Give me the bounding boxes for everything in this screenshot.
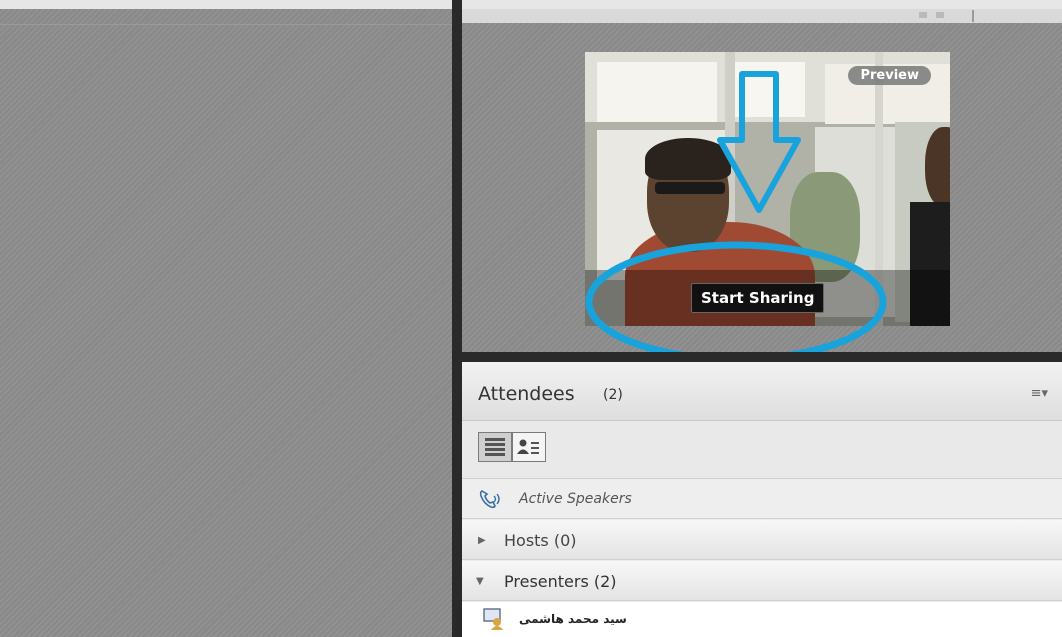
attendees-count: (2) [603, 387, 623, 403]
attendees-pod: Attendees (2) ≡▾ Active Speakers ▶ Hosts… [462, 362, 1062, 637]
user-list-view-button[interactable] [512, 432, 546, 462]
attendees-title: Attendees [478, 383, 575, 405]
pod-divider-vertical[interactable] [452, 0, 462, 637]
presenter-list-item[interactable]: سيد محمد هاشمی [462, 602, 1062, 637]
presenter-name: سيد محمد هاشمی [519, 612, 627, 626]
person-hair [645, 138, 731, 180]
presenters-group-row[interactable]: ▼ Presenters (2) [462, 561, 1062, 601]
hosts-group-label: Hosts (0) [504, 531, 577, 550]
active-speakers-label: Active Speakers [519, 491, 632, 507]
preview-badge: Preview [848, 66, 931, 85]
pod-menu-icon[interactable]: ≡▾ [1031, 386, 1048, 401]
share-pod-empty-area [0, 9, 452, 637]
presenters-group-label: Presenters (2) [504, 572, 617, 591]
attendees-toolbar [462, 421, 1062, 479]
attendees-header: Attendees (2) ≡▾ [462, 362, 1062, 421]
pod-fullscreen-icon[interactable] [919, 12, 927, 18]
collapsed-triangle-icon[interactable]: ▶ [478, 535, 486, 546]
list-view-icon [485, 438, 505, 456]
webcam-preview: Preview Start Sharing [585, 52, 950, 326]
active-speakers-row: Active Speakers [462, 479, 1062, 519]
start-sharing-button[interactable]: Start Sharing [691, 283, 825, 313]
second-person-head [925, 127, 950, 207]
camera-pod-header [462, 9, 1062, 23]
window-pane [597, 62, 717, 122]
pod-divider-horizontal[interactable] [462, 352, 1062, 362]
hosts-group-row[interactable]: ▶ Hosts (0) [462, 520, 1062, 560]
window-top-strip [0, 0, 1062, 9]
header-separator [972, 10, 974, 22]
presenter-webcam-icon [483, 608, 503, 630]
window-pane [735, 62, 805, 117]
phone-speaker-icon [479, 490, 500, 509]
user-list-icon [517, 439, 539, 454]
pod-options-icon[interactable] [936, 12, 944, 18]
expanded-triangle-icon[interactable]: ▼ [476, 576, 484, 587]
person-glasses [655, 182, 725, 194]
list-view-button[interactable] [478, 432, 512, 462]
